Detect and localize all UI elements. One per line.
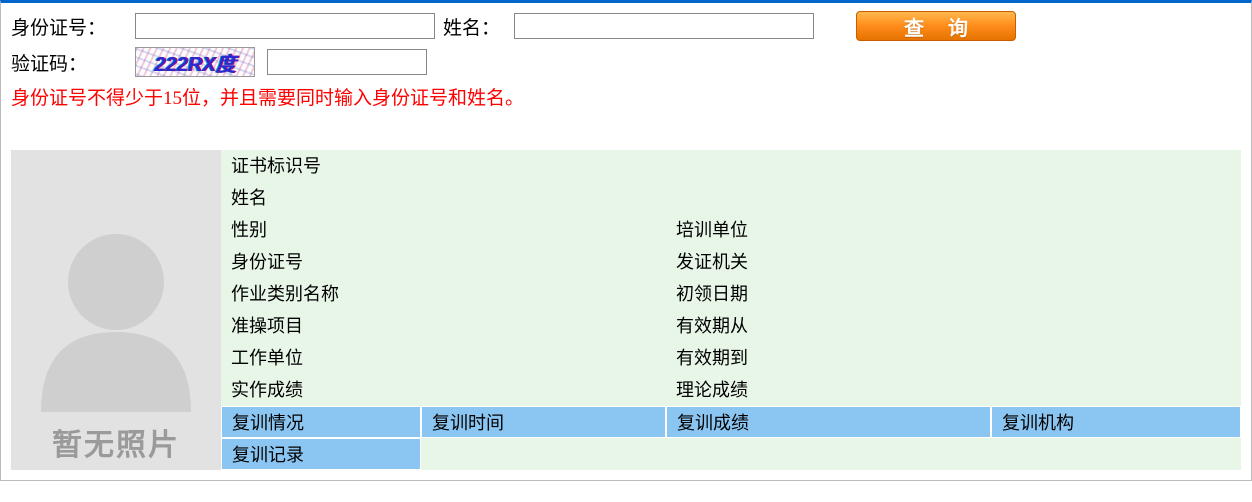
name-field-label: 姓名 [221,182,1241,214]
issue-auth-label: 发证机关 [666,246,1241,278]
retrain-record-empty [421,438,1241,470]
query-button[interactable]: 查询 [856,11,1016,41]
job-cat-label: 作业类别名称 [221,278,666,310]
retrain-record-header: 复训记录 [221,438,421,470]
retrain-time-header: 复训时间 [421,406,666,438]
idno-label: 身份证号 [221,246,666,278]
permit-item-label: 准操项目 [221,310,666,342]
theory-score-label: 理论成绩 [666,374,1241,406]
retrain-status-header: 复训情况 [221,406,421,438]
captcha-label: 验证码： [11,49,131,76]
info-grid: 证书标识号 姓名 性别 培训单位 身份证号 发证机关 作业类别名称 初领日期 准… [221,150,1241,470]
captcha-image[interactable]: 222RX度 [135,47,255,77]
name-label: 姓名： [443,13,500,40]
cert-id-label: 证书标识号 [221,150,1241,182]
id-label: 身份证号： [11,13,131,40]
avatar-icon [31,212,201,412]
photo-placeholder: 暂无照片 [11,150,221,470]
form-row-2: 验证码： 222RX度 [11,47,1241,77]
retrain-org-header: 复训机构 [991,406,1241,438]
detail-section: 暂无照片 证书标识号 姓名 性别 培训单位 身份证号 发证机关 作业类别名称 初… [11,150,1241,470]
first-date-label: 初领日期 [666,278,1241,310]
query-panel: 身份证号： 姓名： 查询 验证码： 222RX度 身份证号不得少于15位，并且需… [0,0,1252,481]
id-input[interactable] [135,13,435,39]
valid-from-label: 有效期从 [666,310,1241,342]
error-message: 身份证号不得少于15位，并且需要同时输入身份证号和姓名。 [11,83,1241,110]
practical-score-label: 实作成绩 [221,374,666,406]
photo-placeholder-text: 暂无照片 [52,420,180,464]
retrain-score-header: 复训成绩 [666,406,991,438]
form-row-1: 身份证号： 姓名： 查询 [11,11,1241,41]
valid-to-label: 有效期到 [666,342,1241,374]
name-input[interactable] [514,13,814,39]
gender-label: 性别 [221,214,666,246]
captcha-input[interactable] [267,49,427,75]
train-unit-label: 培训单位 [666,214,1241,246]
work-unit-label: 工作单位 [221,342,666,374]
